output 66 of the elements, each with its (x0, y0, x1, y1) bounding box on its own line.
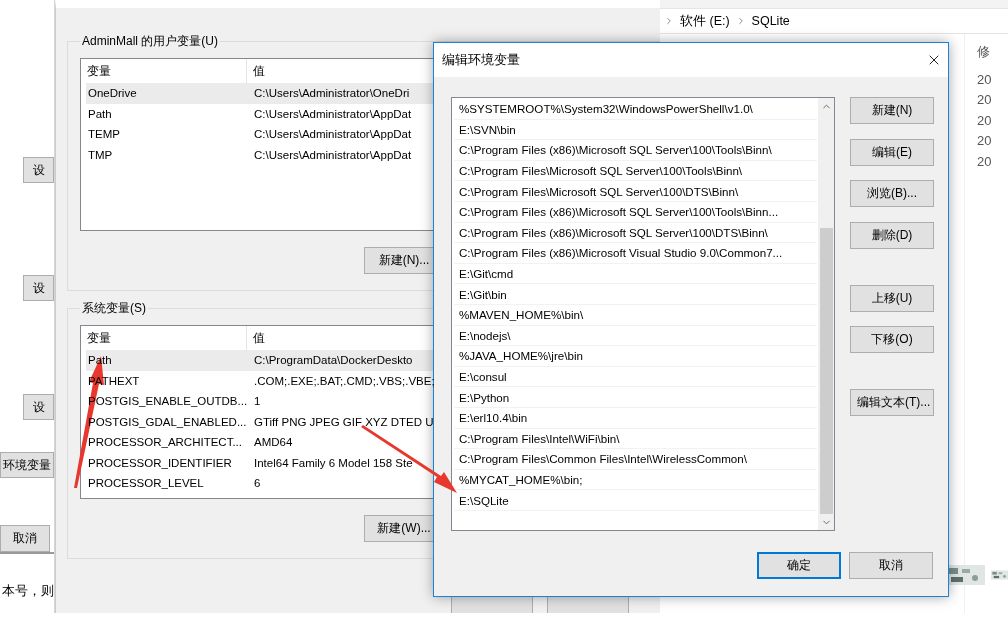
date-text: 20 (977, 153, 992, 170)
path-item[interactable]: E:\Git\bin (454, 284, 817, 305)
breadcrumb-item[interactable]: SQLite (751, 14, 790, 28)
variable-value: C:\Users\Administrator\AppDat (253, 148, 412, 161)
path-item[interactable]: %MYCAT_HOME%\bin; (454, 469, 817, 491)
path-item[interactable]: E:\SQLite (454, 490, 817, 511)
side-button[interactable]: 删除(D) (850, 221, 934, 249)
side-button[interactable]: 新建(N) (850, 97, 934, 124)
footer-button[interactable]: 确定 (757, 552, 841, 579)
variable-value: GTiff PNG JPEG GIF XYZ DTED U (253, 415, 434, 428)
path-item[interactable]: %MAVEN_HOME%\bin\ (454, 304, 817, 326)
variable-value: AMD64 (253, 436, 293, 449)
scrollbar[interactable] (818, 98, 834, 530)
path-item[interactable]: C:\Program Files\Microsoft SQL Server\100\Tools\Binn\ (454, 160, 817, 182)
variable-value: C:\ProgramData\DockerDeskto (253, 354, 413, 367)
variable-value: Intel64 Family 6 Model 158 Ste (253, 456, 413, 469)
variable-name: TMP (87, 148, 113, 161)
side-button[interactable]: 编辑文本(T)... (850, 389, 934, 416)
path-item[interactable]: C:\Program Files\Common Files\Intel\WirelessCommon\ (454, 449, 817, 470)
path-item[interactable]: E:\nodejs\ (454, 325, 817, 347)
variable-value: C:\Users\Administrator\AppDat (253, 107, 412, 120)
path-item[interactable]: E:\SVN\bin (454, 119, 817, 141)
side-button[interactable]: 编辑(E) (850, 138, 934, 166)
chevron-icon (664, 16, 674, 26)
side-button[interactable]: 浏览(B)... (850, 180, 934, 207)
path-item[interactable]: C:\Program Files (x86)\Microsoft SQL Server\100\Tools\Binn... (454, 201, 817, 223)
path-item[interactable]: C:\Program Files\Microsoft SQL Server\100\DTS\Binn\ (454, 181, 817, 202)
dialog-button[interactable]: 设 (23, 394, 54, 420)
side-button[interactable]: 上移(U) (850, 284, 934, 312)
dialog-button[interactable]: 环境变量 (0, 452, 54, 478)
path-item[interactable]: C:\Program Files\Intel\WiFi\bin\ (454, 428, 817, 450)
path-item[interactable]: E:\consul (454, 366, 817, 388)
variable-name: PROCESSOR_IDENTIFIER (87, 456, 232, 469)
variable-value: C:\Users\Administrator\AppDat (253, 128, 412, 141)
variable-name: PROCESSOR_LEVEL (87, 477, 204, 490)
path-item[interactable]: E:\erl10.4\bin (454, 407, 817, 429)
scroll-thumb[interactable] (819, 227, 833, 515)
date-text: 20 (977, 92, 992, 108)
side-button[interactable]: 下移(O) (850, 326, 934, 353)
variable-value: C:\Users\Administrator\OneDri (253, 87, 410, 100)
path-item[interactable]: %SYSTEMROOT%\System32\WindowsPowerShell\v1.0\ (454, 99, 817, 120)
variable-value: 1 (253, 395, 261, 408)
path-item[interactable]: E:\Python (454, 387, 817, 408)
column-header[interactable]: 修 (977, 43, 992, 61)
variable-name: OneDrive (87, 87, 137, 100)
path-item[interactable]: C:\Program Files (x86)\Microsoft SQL Server\100\DTS\Binn\ (454, 222, 817, 244)
path-item[interactable]: %JAVA_HOME%\jre\bin (454, 346, 817, 367)
footer-button[interactable]: 取消 (849, 552, 933, 579)
variable-name: PROCESSOR_ARCHITECT... (87, 436, 242, 449)
date-text: 20 (977, 71, 992, 88)
breadcrumb-item[interactable]: 软件 (E:) (680, 12, 730, 30)
group-title: AdminMall 的用户变量(U) (81, 33, 219, 50)
variable-name: TEMP (87, 128, 120, 141)
dialog-button[interactable]: 取消 (0, 525, 50, 552)
dialog-button[interactable]: 设 (23, 275, 54, 301)
body-text: 本号，则 (2, 583, 54, 598)
variable-value: 6 (253, 477, 261, 490)
path-item[interactable]: E:\Git\cmd (454, 263, 817, 285)
path-item[interactable]: C:\Program Files (x86)\Microsoft Visual Studio 9.0\Common7... (454, 243, 817, 264)
date-text: 20 (977, 133, 992, 149)
variable-name: Path (87, 107, 112, 120)
date-text: 20 (977, 112, 992, 129)
window-title: 编辑环境变量 (442, 51, 520, 69)
path-item[interactable]: C:\Program Files (x86)\Microsoft SQL Server\100\Tools\Binn\ (454, 140, 817, 161)
group-title: 系统变量(S) (81, 300, 147, 317)
dialog-button[interactable]: 设 (23, 157, 54, 183)
